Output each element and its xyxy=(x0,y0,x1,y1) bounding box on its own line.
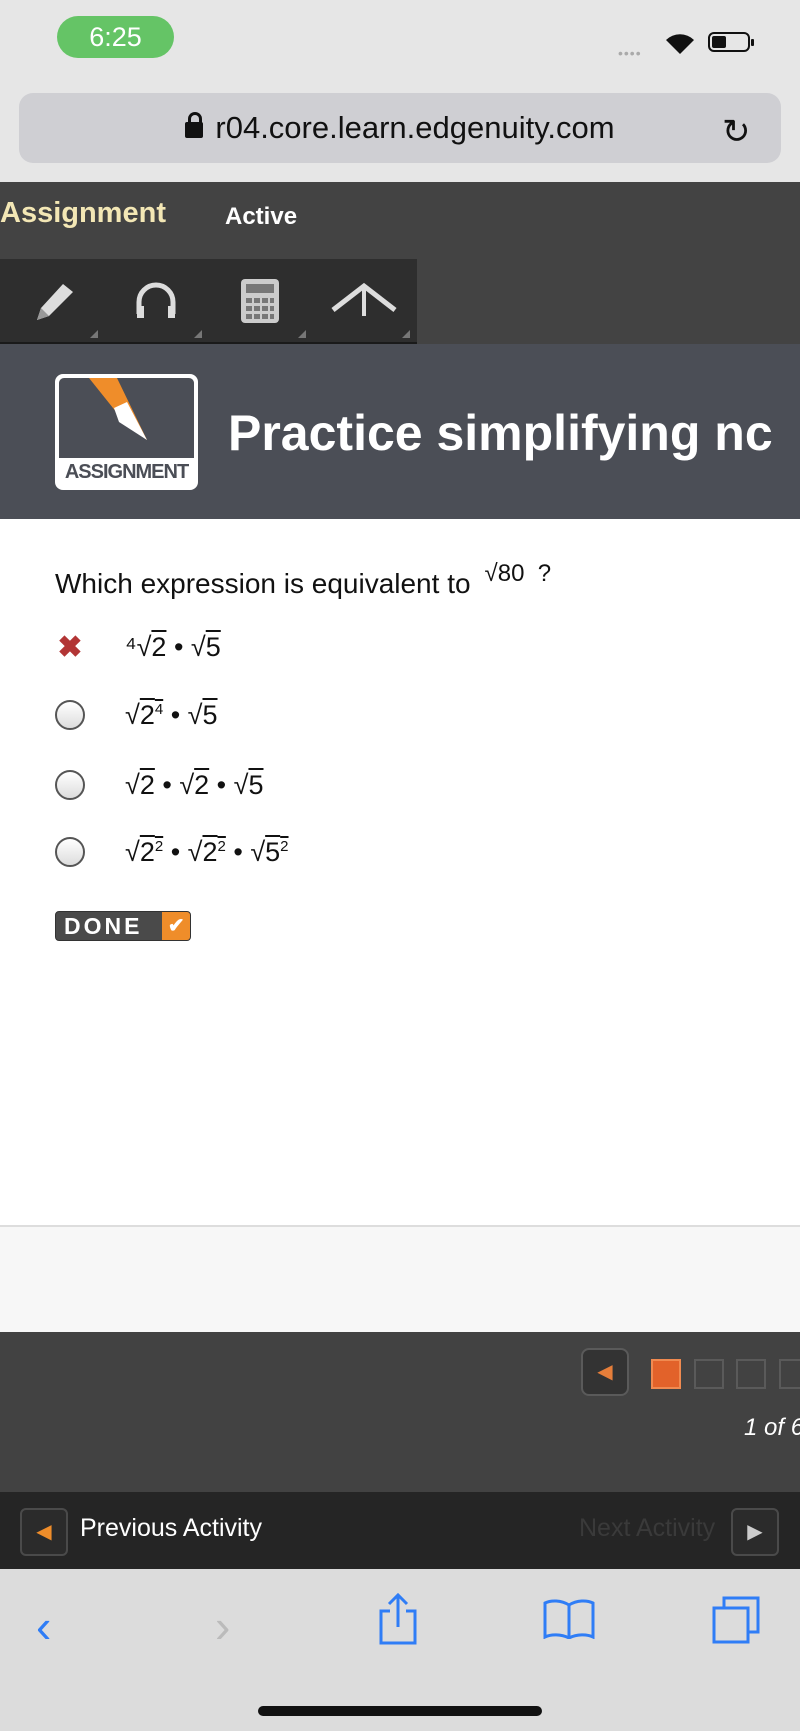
highlighter-tool[interactable] xyxy=(312,259,416,342)
previous-question-button[interactable]: ◀ xyxy=(581,1348,629,1396)
signal-icon: •••• xyxy=(618,45,642,61)
previous-activity-button[interactable]: ◀ xyxy=(20,1508,68,1556)
clock: 6:25 xyxy=(57,16,174,58)
option-expression: √22 • √22 • √52 xyxy=(125,836,289,867)
address-bar[interactable]: r04.core.learn.edgenuity.com xyxy=(19,93,781,163)
answer-option-2[interactable]: √24 • √5 xyxy=(55,690,218,740)
url-text: r04.core.learn.edgenuity.com xyxy=(215,110,615,145)
question-pager: ◀ 1 of 6 xyxy=(0,1332,800,1492)
tool-bar xyxy=(0,259,417,344)
pencil-tool[interactable] xyxy=(0,259,104,342)
logo-text: ASSIGNMENT xyxy=(64,461,189,483)
divider-panel xyxy=(0,1225,800,1332)
answer-option-3[interactable]: √2 • √2 • √5 xyxy=(55,760,263,810)
answer-option-4[interactable]: √22 • √22 • √52 xyxy=(55,827,289,877)
lock-icon xyxy=(185,112,204,138)
page-count: 1 of 6 xyxy=(744,1414,800,1441)
question-text: Which expression is equivalent to √80 ? xyxy=(55,560,552,599)
forward-icon[interactable]: › xyxy=(215,1599,230,1653)
option-expression: √24 • √5 xyxy=(125,699,218,730)
pencil-icon xyxy=(37,283,73,320)
tabs-icon[interactable] xyxy=(712,1596,762,1644)
radio-button[interactable] xyxy=(55,837,85,867)
nav-title: Assignment xyxy=(0,197,166,229)
check-icon: ✔ xyxy=(162,912,190,940)
wifi-icon xyxy=(666,34,694,54)
calculator-icon xyxy=(241,278,279,323)
page-title: Practice simplifying nc xyxy=(228,405,773,461)
answer-option-1[interactable]: ✖ ⁴√2 • √5 xyxy=(55,622,221,672)
option-expression: √2 • √2 • √5 xyxy=(125,769,264,800)
assignment-logo: ASSIGNMENT xyxy=(55,374,198,490)
pencil-logo-icon xyxy=(89,378,147,440)
activity-header: ASSIGNMENT Practice simplifying nc xyxy=(0,344,800,519)
page-indicator-3[interactable] xyxy=(736,1359,766,1389)
nav-status: Active xyxy=(225,203,298,230)
done-button[interactable]: DONE ✔ xyxy=(55,911,191,941)
highlighter-icon xyxy=(331,282,397,316)
calculator-tool[interactable] xyxy=(208,259,312,342)
next-activity-label: Next Activity xyxy=(579,1514,716,1542)
reload-icon[interactable]: ↻ xyxy=(722,112,751,152)
radio-button[interactable] xyxy=(55,700,85,730)
page-indicator-1[interactable] xyxy=(651,1359,681,1389)
radio-button[interactable] xyxy=(55,770,85,800)
audio-tool[interactable] xyxy=(104,259,208,342)
battery-icon xyxy=(708,32,754,52)
status-bar: 6:25 •••• r04.core.learn.edgenuity.com ↻ xyxy=(0,0,800,182)
activity-nav: ◀ Previous Activity Next Activity ▶ xyxy=(0,1492,800,1569)
option-expression: ⁴√2 • √5 xyxy=(125,631,221,662)
bookmarks-icon[interactable] xyxy=(543,1599,595,1639)
next-activity-button[interactable]: ▶ xyxy=(731,1508,779,1556)
back-icon[interactable]: ‹ xyxy=(36,1599,51,1653)
headphones-icon xyxy=(136,282,176,318)
safari-toolbar: ‹ › xyxy=(0,1569,800,1731)
question-expression: √80 ? xyxy=(484,560,552,587)
page-indicator-4[interactable] xyxy=(779,1359,800,1389)
incorrect-x-icon: ✖ xyxy=(57,630,83,664)
home-indicator[interactable] xyxy=(258,1706,542,1716)
page-indicator-2[interactable] xyxy=(694,1359,724,1389)
share-icon[interactable] xyxy=(378,1593,418,1645)
previous-activity-label[interactable]: Previous Activity xyxy=(80,1514,262,1543)
